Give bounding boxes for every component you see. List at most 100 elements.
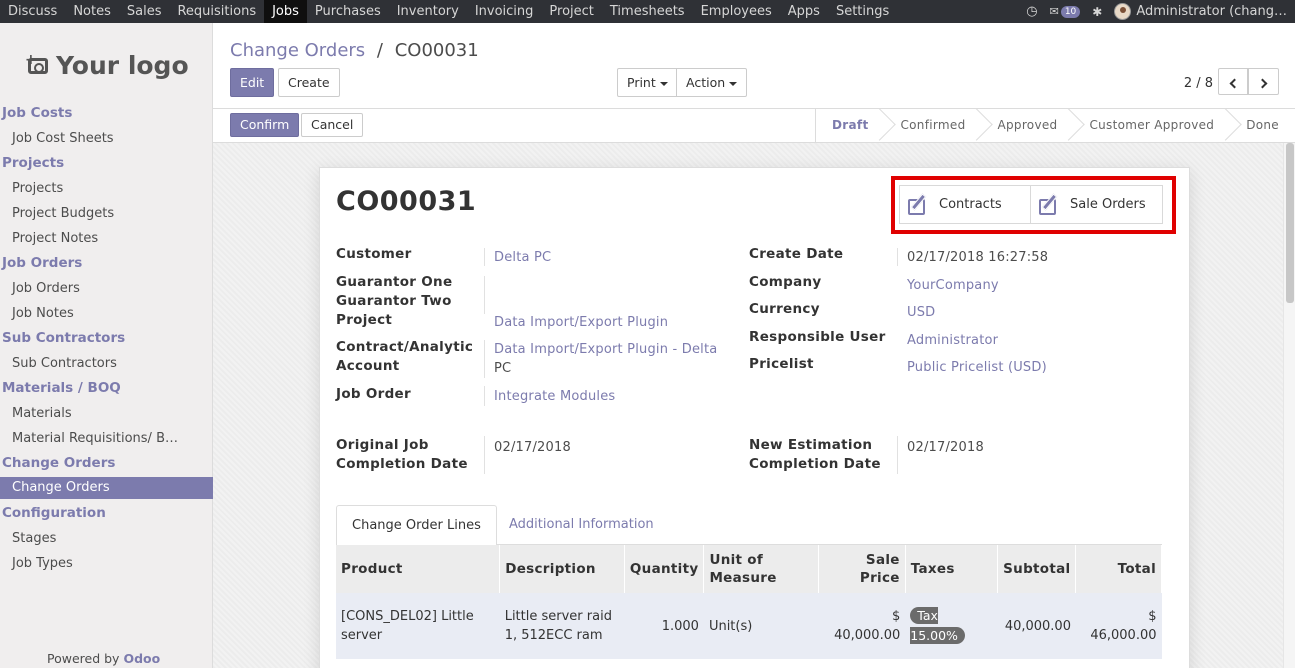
- divider: [484, 276, 485, 314]
- orig-date-label-line1: Original Job: [336, 437, 429, 453]
- change-order-lines-table: Product Description Quantity Unit of Mea…: [336, 545, 1162, 659]
- menu-invoicing[interactable]: Invoicing: [467, 0, 542, 23]
- original-completion-date-label: Original Job Completion Date: [336, 436, 468, 473]
- menu-project[interactable]: Project: [541, 0, 601, 23]
- col-sale-price[interactable]: Sale Price: [818, 545, 906, 593]
- stage-customer-approved[interactable]: Customer Approved: [1073, 109, 1230, 142]
- caret-down-icon: [659, 81, 668, 86]
- cell-description: Little server raid 1, 512ECC ram: [499, 593, 625, 659]
- contracts-button[interactable]: Contracts: [899, 185, 1031, 224]
- stage-confirmed[interactable]: Confirmed: [884, 109, 981, 142]
- sidebar: + Your logo Job Costs Job Cost Sheets Pr…: [0, 23, 213, 668]
- col-taxes[interactable]: Taxes: [905, 545, 999, 593]
- sidebar-item-job-types[interactable]: Job Types: [0, 551, 213, 576]
- sidebar-item-projects[interactable]: Projects: [0, 176, 213, 201]
- pager-value[interactable]: 2 / 8: [1184, 76, 1213, 91]
- create-button[interactable]: Create: [278, 68, 340, 97]
- sidebar-item-job-orders[interactable]: Job Orders: [0, 276, 213, 301]
- menu-discuss[interactable]: Discuss: [0, 0, 65, 23]
- vertical-scrollbar[interactable]: [1283, 143, 1295, 668]
- currency-value[interactable]: USD: [907, 303, 935, 322]
- table-header-row: Product Description Quantity Unit of Mea…: [336, 545, 1162, 593]
- edit-button[interactable]: Edit: [230, 68, 275, 97]
- menu-settings[interactable]: Settings: [828, 0, 897, 23]
- pager-next-button[interactable]: [1248, 68, 1279, 95]
- stage-draft[interactable]: Draft: [816, 109, 884, 142]
- cell-sale-price: $ 40,000.00: [818, 593, 906, 659]
- action-dropdown[interactable]: Action: [676, 68, 748, 97]
- section-configuration: Configuration: [2, 505, 106, 521]
- table-row[interactable]: [CONS_DEL02] Little server Little server…: [336, 593, 1162, 659]
- breadcrumb-parent[interactable]: Change Orders: [230, 40, 365, 61]
- divider: [484, 248, 485, 266]
- sidebar-item-stages[interactable]: Stages: [0, 526, 213, 551]
- cell-uom: Unit(s): [703, 593, 819, 659]
- sidebar-item-job-cost-sheets[interactable]: Job Cost Sheets: [0, 126, 213, 151]
- sidebar-item-materials[interactable]: Materials: [0, 401, 213, 426]
- breadcrumb: Change Orders / CO00031: [230, 40, 479, 61]
- menu-requisitions[interactable]: Requisitions: [169, 0, 264, 23]
- company-label: Company: [749, 274, 822, 290]
- guarantor-two-label: Guarantor Two: [336, 293, 452, 309]
- sidebar-item-project-notes[interactable]: Project Notes: [0, 226, 213, 251]
- original-completion-date-value[interactable]: 02/17/2018: [494, 438, 571, 457]
- menu-timesheets[interactable]: Timesheets: [602, 0, 693, 23]
- customer-value[interactable]: Delta PC: [494, 248, 551, 267]
- breadcrumb-separator: /: [376, 40, 383, 61]
- menu-apps[interactable]: Apps: [780, 0, 828, 23]
- cell-quantity: 1.000: [624, 593, 704, 659]
- scrollbar-thumb[interactable]: [1286, 143, 1294, 303]
- chevron-left-icon: [1229, 78, 1240, 89]
- sale-orders-button[interactable]: Sale Orders: [1030, 185, 1163, 224]
- project-label: Project: [336, 312, 393, 328]
- new-completion-date-value[interactable]: 02/17/2018: [907, 438, 984, 457]
- sidebar-item-project-budgets[interactable]: Project Budgets: [0, 201, 213, 226]
- messages-button[interactable]: ✉ 10: [1050, 5, 1081, 18]
- job-order-value[interactable]: Integrate Modules: [494, 387, 615, 406]
- tab-change-order-lines[interactable]: Change Order Lines: [336, 505, 497, 546]
- stage-approved[interactable]: Approved: [981, 109, 1073, 142]
- responsible-user-value[interactable]: Administrator: [907, 331, 998, 350]
- sidebar-item-job-notes[interactable]: Job Notes: [0, 301, 213, 326]
- menu-purchases[interactable]: Purchases: [307, 0, 389, 23]
- col-product[interactable]: Product: [336, 545, 501, 593]
- guarantor-one-label: Guarantor One: [336, 274, 453, 290]
- pager-previous-button[interactable]: [1218, 68, 1248, 95]
- sidebar-item-change-orders[interactable]: Change Orders: [0, 477, 213, 499]
- cancel-button[interactable]: Cancel: [301, 113, 364, 137]
- new-completion-date-label: New Estimation Completion Date: [749, 436, 881, 473]
- notebook-tabs: Change Order Lines Additional Informatio…: [336, 505, 1162, 546]
- contract-label: Contract/Analytic Account: [336, 338, 473, 375]
- confirm-button[interactable]: Confirm: [230, 113, 300, 137]
- menu-notes[interactable]: Notes: [65, 0, 119, 23]
- print-label: Print: [627, 75, 656, 90]
- section-sub-contractors: Sub Contractors: [2, 330, 126, 346]
- print-dropdown[interactable]: Print: [617, 68, 678, 97]
- divider: [484, 436, 485, 474]
- menu-inventory[interactable]: Inventory: [389, 0, 467, 23]
- section-change-orders: Change Orders: [2, 455, 116, 471]
- col-description[interactable]: Description: [499, 545, 625, 593]
- odoo-link[interactable]: Odoo: [123, 651, 160, 666]
- sidebar-item-material-requisitions[interactable]: Material Requisitions/ B…: [0, 426, 213, 451]
- menu-sales[interactable]: Sales: [119, 0, 170, 23]
- chat-icon: ✉: [1049, 5, 1059, 18]
- col-total[interactable]: Total: [1075, 545, 1162, 593]
- bug-icon[interactable]: ✱: [1092, 5, 1102, 19]
- company-value[interactable]: YourCompany: [907, 276, 999, 295]
- col-quantity[interactable]: Quantity: [624, 545, 705, 593]
- pricelist-value[interactable]: Public Pricelist (USD): [907, 358, 1047, 377]
- user-menu[interactable]: Administrator (chang…: [1114, 3, 1287, 20]
- col-unit-of-measure[interactable]: Unit of Measure: [703, 545, 820, 593]
- tab-additional-information[interactable]: Additional Information: [494, 505, 669, 546]
- contract-value[interactable]: Data Import/Export Plugin - Delta PC: [494, 340, 717, 378]
- new-date-label-line2: Completion Date: [749, 455, 881, 472]
- menu-jobs[interactable]: Jobs: [264, 0, 307, 23]
- col-subtotal[interactable]: Subtotal: [997, 545, 1077, 593]
- top-navbar: Discuss Notes Sales Requisitions Jobs Pu…: [0, 0, 1295, 23]
- clock-icon[interactable]: ◷: [1026, 4, 1037, 19]
- menu-employees[interactable]: Employees: [693, 0, 780, 23]
- sidebar-item-sub-contractors[interactable]: Sub Contractors: [0, 351, 213, 376]
- sidebar-nav: Job Costs Job Cost Sheets Projects Proje…: [0, 101, 213, 576]
- project-value[interactable]: Data Import/Export Plugin: [494, 313, 668, 332]
